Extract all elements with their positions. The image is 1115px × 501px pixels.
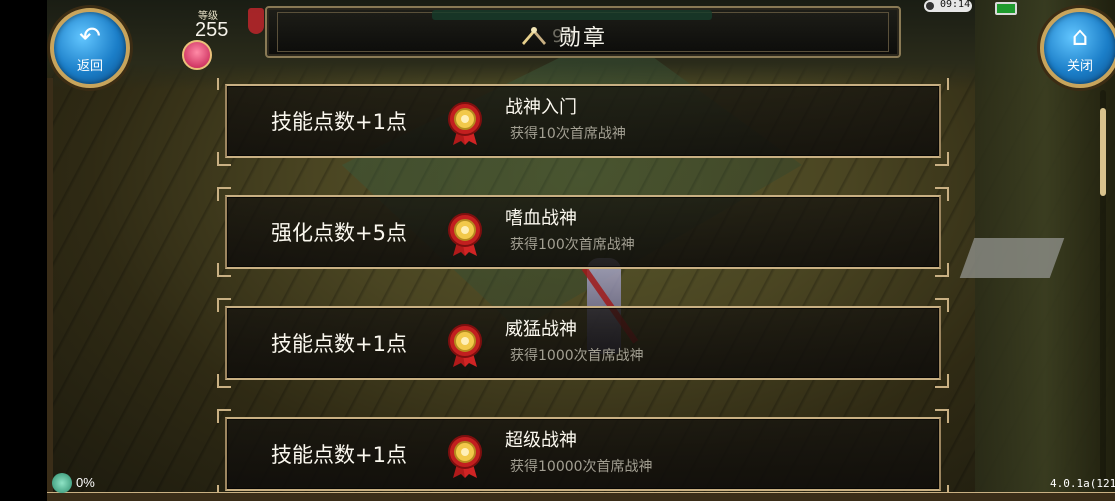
close-button[interactable]: ⌂ 关闭 — [1040, 8, 1115, 88]
back-button-label: 返回 — [76, 59, 103, 74]
row-corner-ornament — [217, 187, 231, 201]
medal-icon — [448, 102, 482, 145]
medal-name: 超级战神 — [505, 430, 577, 451]
scrollbar-thumb[interactable] — [1100, 108, 1106, 196]
row-corner-ornament — [217, 374, 231, 388]
row-corner-ornament — [217, 152, 231, 166]
status-time: 09:14 — [940, 0, 971, 10]
row-corner-ornament — [217, 409, 231, 423]
medal-name: 嗜血战神 — [505, 208, 577, 229]
medal-row[interactable]: 技能点数+1点 威猛战神 获得1000次首席战神 — [217, 298, 949, 388]
medal-list[interactable]: 技能点数+1点 战神入门 获得10次首席战神 强化点数+5点 嗜血战神 获得10… — [48, 78, 1098, 492]
medal-icon — [448, 324, 482, 367]
level-display: 等级 255 — [170, 3, 250, 43]
battery-icon — [995, 2, 1017, 15]
medal-name: 威猛战神 — [505, 319, 577, 340]
row-corner-ornament — [217, 263, 231, 277]
title-bar-gauge — [432, 10, 712, 20]
medal-desc: 获得10000次首席战神 — [510, 459, 653, 475]
row-corner-ornament — [935, 298, 949, 312]
status-clock-icon — [926, 2, 934, 10]
medal-row[interactable]: 强化点数+5点 嗜血战神 获得100次首席战神 — [217, 187, 949, 277]
medal-reward: 技能点数+1点 — [271, 110, 407, 134]
potion-icon[interactable] — [248, 8, 264, 34]
page-title: 勋章 — [558, 26, 607, 51]
progress-percent: 0% — [76, 475, 95, 490]
medal-row[interactable]: 技能点数+1点 战神入门 获得10次首席战神 — [217, 78, 949, 166]
medal-name: 战神入门 — [505, 97, 577, 118]
medal-icon — [448, 213, 482, 256]
medal-reward: 技能点数+1点 — [271, 332, 407, 356]
row-corner-ornament — [217, 298, 231, 312]
home-icon: ⌂ — [1071, 22, 1089, 52]
back-arrow-icon: ↶ — [79, 22, 101, 52]
medal-reward: 技能点数+1点 — [271, 443, 407, 467]
row-corner-ornament — [935, 152, 949, 166]
row-corner-ornament — [935, 187, 949, 201]
version-label: 4.0.1a(121) — [1050, 477, 1115, 490]
row-corner-ornament — [935, 485, 949, 492]
row-corner-ornament — [935, 78, 949, 90]
medal-desc: 获得1000次首席战神 — [510, 348, 644, 364]
medal-desc: 获得100次首席战神 — [510, 237, 635, 253]
row-corner-ornament — [935, 263, 949, 277]
gift-icon[interactable] — [182, 40, 212, 70]
row-corner-ornament — [935, 409, 949, 423]
row-corner-ornament — [217, 78, 231, 90]
close-button-label: 关闭 — [1066, 59, 1093, 74]
level-value: 255 — [195, 19, 229, 41]
row-corner-ornament — [217, 485, 231, 492]
medal-icon — [448, 435, 482, 478]
medal-row[interactable]: 技能点数+1点 超级战神 获得10000次首席战神 — [217, 409, 949, 492]
medal-desc: 获得10次首席战神 — [510, 126, 626, 142]
title-bar: 99 勋章 — [265, 6, 901, 58]
progress-ring-icon — [52, 473, 72, 493]
medal-reward: 强化点数+5点 — [271, 221, 407, 245]
back-button[interactable]: ↶ 返回 — [50, 8, 130, 88]
row-corner-ornament — [935, 374, 949, 388]
